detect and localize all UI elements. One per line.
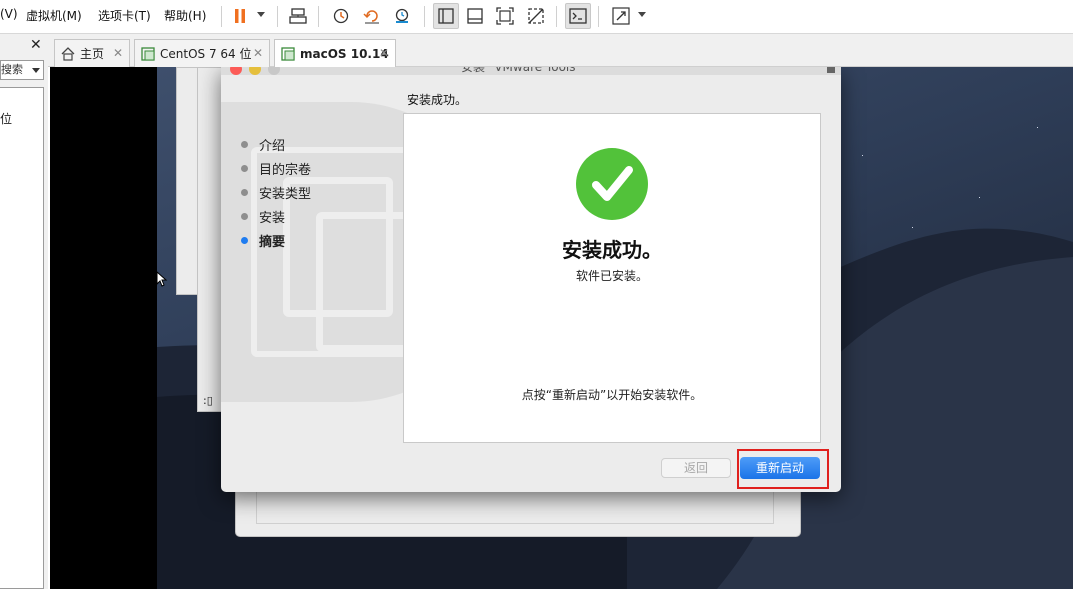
star [862,155,863,156]
snapshot-icon[interactable] [330,5,352,27]
minimize-icon[interactable] [249,67,261,75]
vm-icon [141,46,155,61]
home-icon [61,46,75,61]
library-tree-item[interactable]: 位 [0,110,12,127]
stretch-icon[interactable] [610,5,632,27]
tab-home[interactable]: 主页 ✕ [54,39,130,67]
step-bullet [241,165,248,172]
dialog-titlebar: 安装 "VMware Tools" [221,67,841,75]
close-icon[interactable] [230,67,242,75]
mouse-cursor-icon [156,271,168,287]
toolbar-separator [277,6,278,27]
toolbar-separator [318,6,319,27]
step-bullet [241,189,248,196]
chevron-down-icon[interactable] [257,12,265,17]
star [1037,127,1038,128]
star [979,197,980,198]
installer-dialog[interactable]: 安装 "VMware Tools" 安装成功。 介绍 目的宗卷 安装类型 安装 … [221,67,841,492]
summary-note: 点按“重新启动”以开始安装软件。 [521,388,703,402]
step-bullet [241,141,248,148]
full-screen-icon[interactable] [494,5,516,27]
close-icon[interactable]: ✕ [113,46,123,60]
library-tree[interactable]: 位 [0,87,44,589]
summary-panel: 安装成功。 软件已安装。 点按“重新启动”以开始安装软件。 [403,113,821,443]
toolbar-separator [598,6,599,27]
terminal-icon[interactable] [565,3,591,29]
zoom-icon[interactable] [268,67,280,75]
unity-icon[interactable] [525,5,547,27]
star [912,227,913,228]
toolbar-separator [556,6,557,27]
installer-heading: 安装成功。 [407,93,468,107]
step-label: 摘要 [259,235,286,250]
step-label: 目的宗卷 [259,163,312,178]
library-panel: ✕ 搜索 位 [0,34,48,589]
toolbar-separator [221,6,222,27]
library-search-input[interactable]: 搜索 [0,60,44,80]
tab-bar: 主页 ✕ CentOS 7 64 位 ✕ macOS 10.14 ✕ [48,34,1073,68]
step-label: 安装类型 [259,187,312,202]
revert-snapshot-icon[interactable] [361,5,383,27]
summary-subtitle: 软件已安装。 [575,269,648,283]
dialog-title: 安装 "VMware Tools" [461,67,582,74]
tab-label: CentOS 7 64 位 [160,47,252,61]
menu-view[interactable]: (V) [0,7,18,21]
close-icon[interactable]: ✕ [379,46,389,60]
tab-centos[interactable]: CentOS 7 64 位 ✕ [134,39,270,67]
console-view-icon[interactable] [464,5,486,27]
highlight-box [737,449,829,489]
tab-macos[interactable]: macOS 10.14 ✕ [274,39,396,68]
tab-label: macOS 10.14 [300,47,389,61]
toolbar-separator [424,6,425,27]
background-window-text: :▯ [203,394,213,407]
tab-label: 主页 [80,47,105,61]
back-button[interactable]: 返回 [661,458,731,478]
menu-help[interactable]: 帮助(H) [164,7,206,24]
success-checkmark-icon [576,148,648,220]
vm-icon [281,47,295,61]
normal-view-icon[interactable] [433,3,459,29]
menu-tabs[interactable]: 选项卡(T) [98,7,151,24]
step-label: 介绍 [259,139,286,154]
step-bullet [241,237,248,244]
vm-display[interactable]: :▯ 安装 "VMware Tools" 安装成功。 介绍 目的宗卷 安装类型 … [50,67,1073,589]
library-search-placeholder: 搜索 [1,63,23,76]
step-bullet [241,213,248,220]
close-icon[interactable]: ✕ [30,37,42,53]
pause-icon[interactable] [229,5,251,27]
chevron-down-icon[interactable] [32,68,40,73]
chevron-down-icon[interactable] [638,12,646,17]
step-label: 安装 [259,211,286,226]
summary-title: 安装成功。 [562,238,662,262]
lock-icon [827,67,835,73]
menu-toolbar-bar: (V) 虚拟机(M) 选项卡(T) 帮助(H) [0,0,1073,34]
send-keys-icon[interactable] [287,5,309,27]
snapshot-manager-icon[interactable] [391,5,413,27]
close-icon[interactable]: ✕ [253,46,263,60]
menu-vm[interactable]: 虚拟机(M) [26,7,82,24]
